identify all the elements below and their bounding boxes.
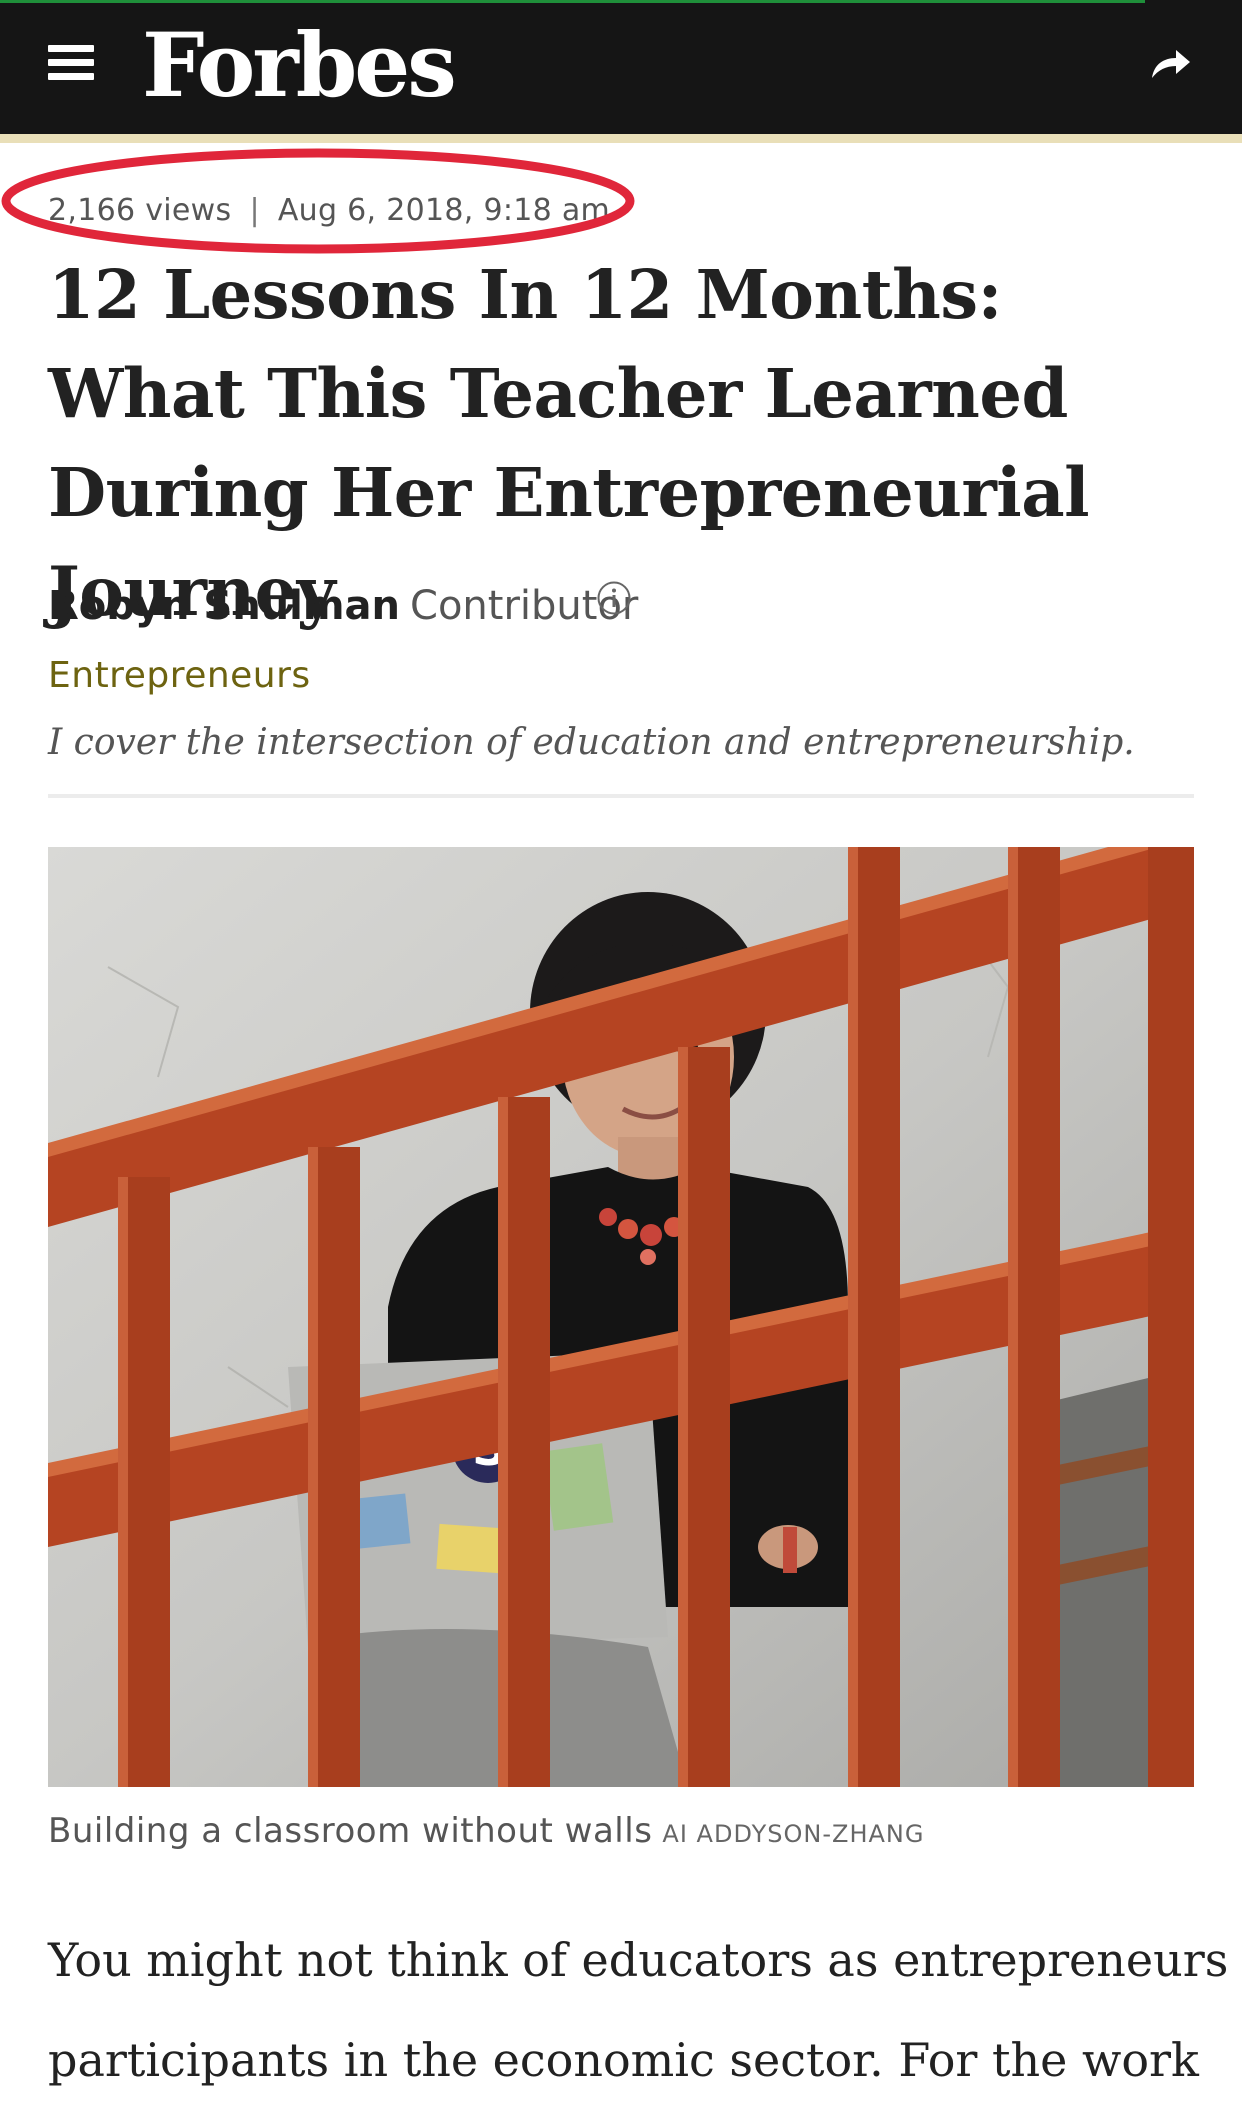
body-line-1: You might not think of educators as entr… [48, 1933, 1242, 1987]
article-body: You might not think of educators as entr… [48, 1910, 1242, 2110]
forbes-logo[interactable]: Forbes [142, 10, 457, 120]
red-circle-annotation [1, 148, 635, 254]
author-bio: I cover the intersection of education an… [48, 722, 1135, 763]
top-nav-bar: Forbes [0, 0, 1242, 134]
image-caption: Building a classroom without walls AI ADD… [48, 1811, 924, 1851]
byline-divider [48, 794, 1194, 798]
section-link-entrepreneurs[interactable]: Entrepreneurs [48, 655, 311, 696]
article-hero-photo: S [48, 847, 1194, 1787]
author-name[interactable]: Robyn Shulman [48, 583, 400, 629]
reading-progress-bar [0, 0, 1145, 3]
caption-text: Building a classroom without walls [48, 1811, 653, 1851]
author-byline: Robyn Shulman Contributor [48, 580, 638, 629]
info-icon[interactable] [596, 580, 632, 616]
photo-credit: AI ADDYSON-ZHANG [662, 1820, 925, 1848]
body-line-2: participants in the economic sector. For… [48, 2033, 1199, 2087]
share-arrow-icon[interactable] [1148, 44, 1192, 84]
hamburger-menu-icon[interactable] [48, 45, 94, 81]
header-accent-rule [0, 134, 1242, 143]
